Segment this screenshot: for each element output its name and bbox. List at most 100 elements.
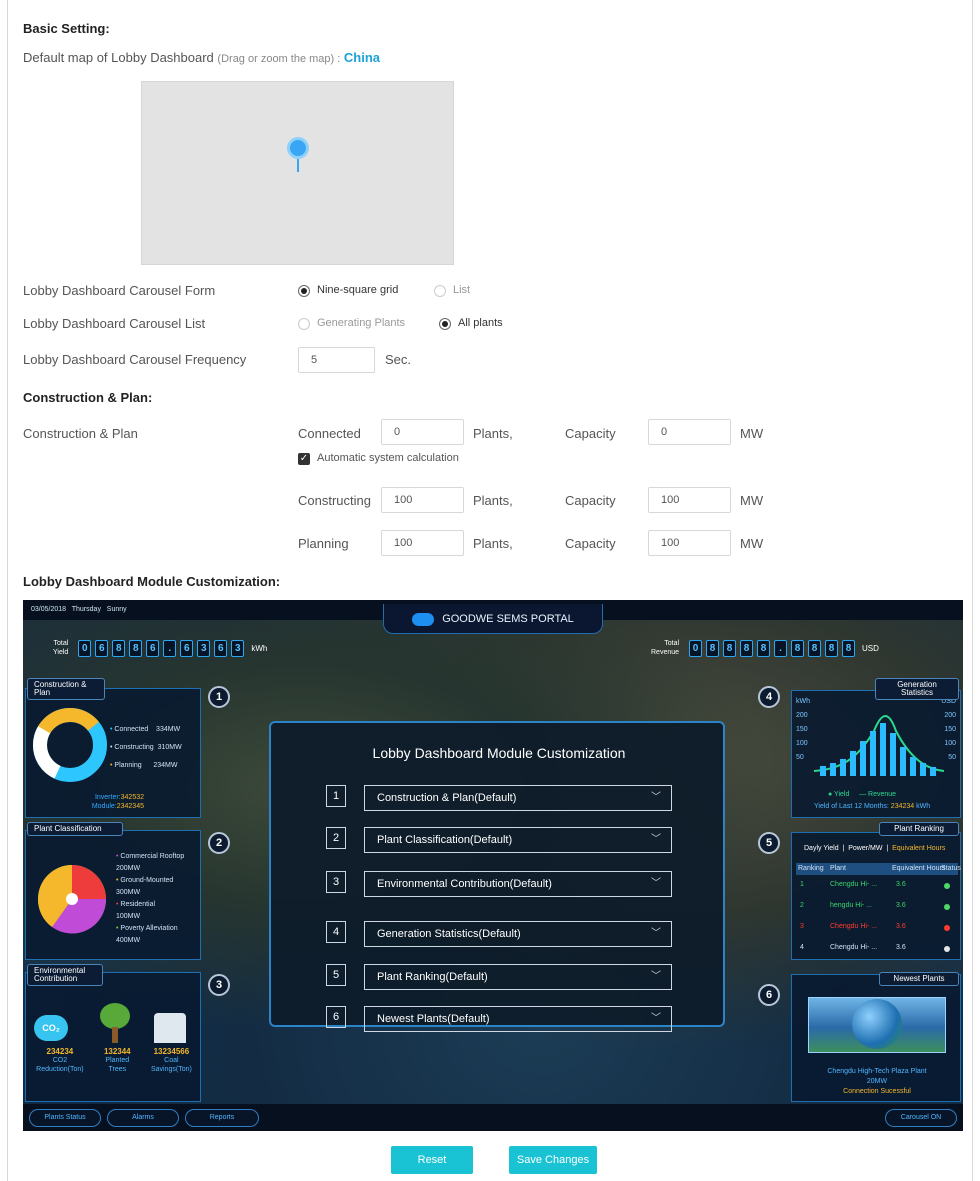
panel1-title: Construction & Plan — [27, 678, 105, 700]
panel-newest-plants: Chengdu High-Tech Plaza Plant 20MW Conne… — [791, 974, 961, 1102]
total-revenue-label-2: Revenue — [651, 649, 680, 656]
module-row-number: 2 — [326, 827, 346, 849]
constructing-plants-input[interactable]: 100 — [381, 487, 464, 513]
connected-plants-input[interactable]: 0 — [381, 419, 464, 445]
left-axis: kWh 200 150 100 50 — [796, 695, 810, 765]
panel4-title: Generation Statistics — [875, 678, 959, 700]
frequency-input[interactable]: 5 — [298, 347, 375, 373]
map-value-link[interactable]: China — [344, 50, 380, 65]
carousel-on-button[interactable]: Carousel ON — [885, 1109, 957, 1127]
reset-button[interactable]: Reset — [391, 1146, 473, 1174]
generation-chart — [814, 715, 944, 776]
radio-generating-plants[interactable] — [298, 318, 310, 330]
module-select-value: Generation Statistics(Default) — [377, 928, 521, 940]
row-plant: Chengdu Hi- ... — [830, 923, 878, 930]
co2-label-2: Reduction(Ton) — [36, 1066, 84, 1073]
trees-label-2: Trees — [108, 1066, 127, 1073]
panel3-title: Environmental Contribution — [27, 964, 103, 986]
connected-capacity-input[interactable]: 0 — [648, 419, 731, 445]
module-select-3[interactable]: Environmental Contribution(Default) ﹀ — [364, 871, 672, 897]
co2-cloud-icon: CO₂ — [34, 1015, 68, 1041]
revenue-line — [814, 715, 944, 772]
panel-construction-plan: • Connected 334MW • Constructing 310MW •… — [25, 688, 201, 818]
row-hours: 3.6 — [896, 923, 906, 930]
chevron-down-icon: ﹀ — [651, 792, 661, 803]
constructing-capacity-input[interactable]: 100 — [648, 487, 731, 513]
panel-number-4: 4 — [758, 686, 780, 708]
save-changes-button[interactable]: Save Changes — [509, 1146, 597, 1174]
header-hours: Equivalent Hours — [892, 865, 946, 872]
carousel-form-label: Lobby Dashboard Carousel Form — [23, 283, 216, 298]
module-select-2[interactable]: Plant Classification(Default) ﹀ — [364, 827, 672, 853]
row-hours: 3.6 — [896, 881, 906, 888]
construction-donut-chart — [33, 708, 107, 782]
auto-calc-label: Automatic system calculation — [317, 452, 459, 464]
environmental-values: 234234 CO2 Reduction(Ton) 132344 Planted Tre… — [26, 1047, 202, 1074]
legend-constructing-label: Constructing — [114, 744, 154, 751]
revenue-digit: 8 — [723, 639, 737, 657]
co2-label-1: CO2 — [52, 1057, 68, 1064]
default-map[interactable] — [141, 81, 454, 265]
map-pin-icon — [287, 137, 309, 159]
planning-plants-input[interactable]: 100 — [381, 530, 464, 556]
tab-equivalent-hours[interactable]: Equivalent Hours — [892, 845, 945, 852]
newest-plant-capacity: 20MW — [866, 1078, 888, 1085]
legend-ground-value: 300MW — [116, 889, 141, 896]
connected-plants-unit: Plants, — [473, 426, 513, 441]
legend-residential-label: Residential — [120, 901, 156, 908]
legend-commercial-label: Commercial Rooftop — [120, 853, 185, 860]
status-dot — [944, 925, 950, 931]
header-status: Status — [941, 865, 961, 872]
yield-digit: 6 — [180, 639, 194, 657]
alarms-button[interactable]: Alarms — [107, 1109, 179, 1127]
panel-number-2: 2 — [208, 832, 230, 854]
module-row-number: 3 — [326, 871, 346, 893]
constructing-label: Constructing — [298, 493, 371, 508]
legend-planning-value: 234MW — [153, 762, 178, 769]
yield-digit: 8 — [112, 639, 126, 657]
tab-daily-yield[interactable]: Dayly Yield — [804, 845, 839, 852]
plants-status-button[interactable]: Plants Status — [29, 1109, 101, 1127]
tab-power[interactable]: Power/MW — [848, 845, 882, 852]
module-select-4[interactable]: Generation Statistics(Default) ﹀ — [364, 921, 672, 947]
module-select-value: Environmental Contribution(Default) — [377, 878, 552, 890]
auto-calc-checkbox[interactable]: ✓ — [298, 453, 310, 465]
status-dot — [944, 946, 950, 952]
sems-cloud-icon — [412, 612, 435, 626]
module-select-5[interactable]: Plant Ranking(Default) ﹀ — [364, 964, 672, 990]
planning-capacity-label: Capacity — [565, 536, 616, 551]
chevron-down-icon: ﹀ — [651, 878, 661, 889]
module-row-number: 5 — [326, 964, 346, 986]
connected-capacity-unit: MW — [740, 426, 764, 441]
planning-capacity-input[interactable]: 100 — [648, 530, 731, 556]
yield-digit: . — [163, 639, 177, 657]
module-select-1[interactable]: Construction & Plan(Default) ﹀ — [364, 785, 672, 811]
revenue-digit: 8 — [825, 639, 839, 657]
row-hours: 3.6 — [896, 944, 906, 951]
table-row: 2 hengdu Hi- ... 3.6 — [796, 902, 958, 914]
map-pin-stem — [297, 159, 299, 172]
reports-button[interactable]: Reports — [185, 1109, 259, 1127]
factory-icon — [154, 1013, 186, 1043]
generation-legend: ● Yield — Revenue — [828, 791, 897, 798]
yield-unit: kWh — [251, 643, 268, 653]
module-select-6[interactable]: Newest Plants(Default) ﹀ — [364, 1006, 672, 1032]
chevron-down-icon: ﹀ — [651, 834, 661, 845]
radio-list[interactable] — [434, 285, 446, 297]
legend-commercial-value: 200MW — [116, 865, 141, 872]
radio-nine-square[interactable] — [298, 285, 310, 297]
row-hours: 3.6 — [896, 902, 906, 909]
status-dot — [944, 904, 950, 910]
planning-capacity-unit: MW — [740, 536, 764, 551]
footer-unit: kWh — [916, 803, 931, 810]
newest-plant-status: Connection Sucessful — [843, 1088, 911, 1095]
dashboard-weather: Sunny — [106, 606, 127, 613]
legend-ground-label: Ground-Mounted — [120, 877, 174, 884]
radio-all-plants[interactable] — [439, 318, 451, 330]
row-rank: 1 — [800, 881, 804, 888]
panel6-title: Newest Plants — [879, 972, 959, 986]
module-row-number: 6 — [326, 1006, 346, 1028]
dashboard-day: Thursday — [71, 606, 101, 613]
connected-capacity-label: Capacity — [565, 426, 616, 441]
chevron-down-icon: ﹀ — [651, 1013, 661, 1024]
